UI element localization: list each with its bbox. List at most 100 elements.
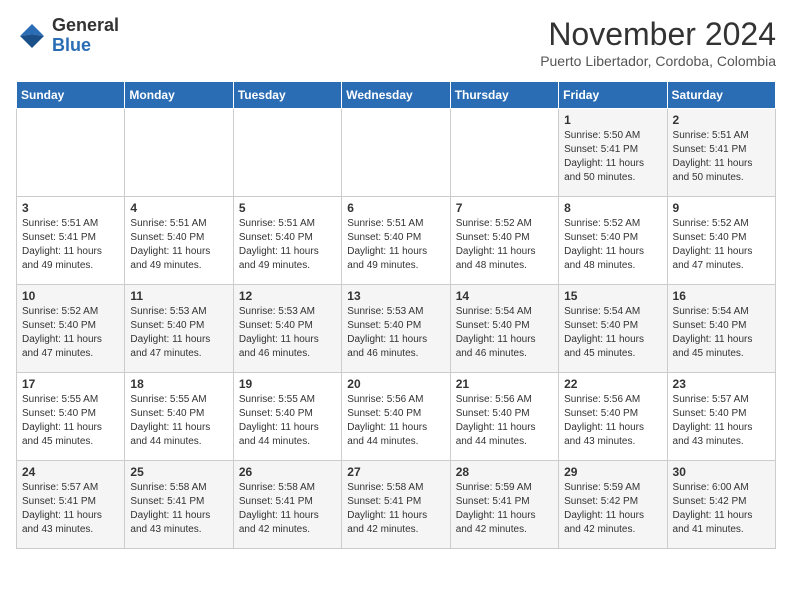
calendar-cell: 16 Sunrise: 5:54 AM Sunset: 5:40 PM Dayli… xyxy=(667,285,775,373)
logo-text: General Blue xyxy=(52,16,119,56)
day-header-wednesday: Wednesday xyxy=(342,82,450,109)
day-number: 11 xyxy=(130,289,227,303)
calendar-cell: 13Sunrise: 5:53 AM Sunset: 5:40 PM Dayli… xyxy=(342,285,450,373)
day-number: 17 xyxy=(22,377,119,391)
calendar-cell: 18 Sunrise: 5:55 AM Sunset: 5:40 PM Dayli… xyxy=(125,373,233,461)
title-block: November 2024 Puerto Libertador, Cordoba… xyxy=(540,16,776,69)
calendar-body: 1Sunrise: 5:50 AM Sunset: 5:41 PM Daylig… xyxy=(17,109,776,549)
calendar-week-3: 10 Sunrise: 5:52 AM Sunset: 5:40 PM Dayli… xyxy=(17,285,776,373)
day-info: Sunrise: 5:52 AM Sunset: 5:40 PM Dayligh… xyxy=(22,305,119,361)
day-info: Sunrise: 5:52 AM Sunset: 5:40 PM Dayligh… xyxy=(564,217,661,273)
calendar-header-row: SundayMondayTuesdayWednesdayThursdayFrid… xyxy=(17,82,776,109)
calendar-cell: 10 Sunrise: 5:52 AM Sunset: 5:40 PM Dayli… xyxy=(17,285,125,373)
day-number: 8 xyxy=(564,201,661,215)
day-number: 21 xyxy=(456,377,553,391)
day-number: 27 xyxy=(347,465,444,479)
day-number: 25 xyxy=(130,465,227,479)
day-info: Sunrise: 5:51 AM Sunset: 5:41 PM Dayligh… xyxy=(22,217,119,273)
calendar-cell xyxy=(17,109,125,197)
calendar-cell xyxy=(342,109,450,197)
day-info: Sunrise: 5:50 AM Sunset: 5:41 PM Dayligh… xyxy=(564,129,661,185)
day-header-friday: Friday xyxy=(559,82,667,109)
day-number: 5 xyxy=(239,201,336,215)
logo: General Blue xyxy=(16,16,119,56)
day-info: Sunrise: 6:00 AM Sunset: 5:42 PM Dayligh… xyxy=(673,481,770,537)
day-info: Sunrise: 5:55 AM Sunset: 5:40 PM Dayligh… xyxy=(130,393,227,449)
calendar-cell: 6 Sunrise: 5:51 AM Sunset: 5:40 PM Daylig… xyxy=(342,197,450,285)
day-info: Sunrise: 5:51 AM Sunset: 5:40 PM Dayligh… xyxy=(130,217,227,273)
day-header-saturday: Saturday xyxy=(667,82,775,109)
logo-icon xyxy=(16,20,48,52)
day-info: Sunrise: 5:56 AM Sunset: 5:40 PM Dayligh… xyxy=(564,393,661,449)
day-number: 23 xyxy=(673,377,770,391)
day-header-sunday: Sunday xyxy=(17,82,125,109)
calendar-cell: 12 Sunrise: 5:53 AM Sunset: 5:40 PM Dayli… xyxy=(233,285,341,373)
calendar-cell: 17 Sunrise: 5:55 AM Sunset: 5:40 PM Dayli… xyxy=(17,373,125,461)
day-number: 15 xyxy=(564,289,661,303)
calendar-week-1: 1Sunrise: 5:50 AM Sunset: 5:41 PM Daylig… xyxy=(17,109,776,197)
calendar-cell: 23 Sunrise: 5:57 AM Sunset: 5:40 PM Dayli… xyxy=(667,373,775,461)
day-info: Sunrise: 5:58 AM Sunset: 5:41 PM Dayligh… xyxy=(130,481,227,537)
calendar-cell: 30 Sunrise: 6:00 AM Sunset: 5:42 PM Dayli… xyxy=(667,461,775,549)
day-info: Sunrise: 5:54 AM Sunset: 5:40 PM Dayligh… xyxy=(456,305,553,361)
day-number: 14 xyxy=(456,289,553,303)
day-info: Sunrise: 5:53 AM Sunset: 5:40 PM Dayligh… xyxy=(239,305,336,361)
day-number: 19 xyxy=(239,377,336,391)
day-number: 16 xyxy=(673,289,770,303)
day-info: Sunrise: 5:56 AM Sunset: 5:40 PM Dayligh… xyxy=(347,393,444,449)
day-info: Sunrise: 5:51 AM Sunset: 5:40 PM Dayligh… xyxy=(347,217,444,273)
day-info: Sunrise: 5:58 AM Sunset: 5:41 PM Dayligh… xyxy=(239,481,336,537)
calendar-cell: 15Sunrise: 5:54 AM Sunset: 5:40 PM Dayli… xyxy=(559,285,667,373)
day-info: Sunrise: 5:54 AM Sunset: 5:40 PM Dayligh… xyxy=(673,305,770,361)
calendar-table: SundayMondayTuesdayWednesdayThursdayFrid… xyxy=(16,81,776,549)
day-info: Sunrise: 5:52 AM Sunset: 5:40 PM Dayligh… xyxy=(456,217,553,273)
day-info: Sunrise: 5:58 AM Sunset: 5:41 PM Dayligh… xyxy=(347,481,444,537)
day-number: 10 xyxy=(22,289,119,303)
month-title: November 2024 xyxy=(540,16,776,53)
calendar-cell: 24 Sunrise: 5:57 AM Sunset: 5:41 PM Dayli… xyxy=(17,461,125,549)
day-number: 12 xyxy=(239,289,336,303)
calendar-week-4: 17 Sunrise: 5:55 AM Sunset: 5:40 PM Dayli… xyxy=(17,373,776,461)
calendar-cell: 25 Sunrise: 5:58 AM Sunset: 5:41 PM Dayli… xyxy=(125,461,233,549)
calendar-cell: 14 Sunrise: 5:54 AM Sunset: 5:40 PM Dayli… xyxy=(450,285,558,373)
day-header-monday: Monday xyxy=(125,82,233,109)
day-number: 2 xyxy=(673,113,770,127)
calendar-cell: 28Sunrise: 5:59 AM Sunset: 5:41 PM Dayli… xyxy=(450,461,558,549)
location-subtitle: Puerto Libertador, Cordoba, Colombia xyxy=(540,53,776,69)
day-info: Sunrise: 5:53 AM Sunset: 5:40 PM Dayligh… xyxy=(130,305,227,361)
day-number: 6 xyxy=(347,201,444,215)
calendar-cell: 2 Sunrise: 5:51 AM Sunset: 5:41 PM Daylig… xyxy=(667,109,775,197)
day-info: Sunrise: 5:55 AM Sunset: 5:40 PM Dayligh… xyxy=(22,393,119,449)
day-header-thursday: Thursday xyxy=(450,82,558,109)
day-info: Sunrise: 5:55 AM Sunset: 5:40 PM Dayligh… xyxy=(239,393,336,449)
calendar-cell: 3 Sunrise: 5:51 AM Sunset: 5:41 PM Daylig… xyxy=(17,197,125,285)
day-number: 7 xyxy=(456,201,553,215)
calendar-cell: 5 Sunrise: 5:51 AM Sunset: 5:40 PM Daylig… xyxy=(233,197,341,285)
calendar-cell: 27 Sunrise: 5:58 AM Sunset: 5:41 PM Dayli… xyxy=(342,461,450,549)
page-header: General Blue November 2024 Puerto Libert… xyxy=(16,16,776,69)
day-number: 18 xyxy=(130,377,227,391)
calendar-cell xyxy=(450,109,558,197)
calendar-cell: 26Sunrise: 5:58 AM Sunset: 5:41 PM Dayli… xyxy=(233,461,341,549)
day-info: Sunrise: 5:59 AM Sunset: 5:42 PM Dayligh… xyxy=(564,481,661,537)
calendar-cell: 19 Sunrise: 5:55 AM Sunset: 5:40 PM Dayli… xyxy=(233,373,341,461)
day-number: 22 xyxy=(564,377,661,391)
day-number: 3 xyxy=(22,201,119,215)
calendar-cell xyxy=(125,109,233,197)
day-info: Sunrise: 5:51 AM Sunset: 5:40 PM Dayligh… xyxy=(239,217,336,273)
calendar-week-5: 24 Sunrise: 5:57 AM Sunset: 5:41 PM Dayli… xyxy=(17,461,776,549)
day-number: 9 xyxy=(673,201,770,215)
calendar-cell: 21 Sunrise: 5:56 AM Sunset: 5:40 PM Dayli… xyxy=(450,373,558,461)
day-number: 4 xyxy=(130,201,227,215)
calendar-cell: 22 Sunrise: 5:56 AM Sunset: 5:40 PM Dayli… xyxy=(559,373,667,461)
calendar-cell: 7 Sunrise: 5:52 AM Sunset: 5:40 PM Daylig… xyxy=(450,197,558,285)
day-info: Sunrise: 5:56 AM Sunset: 5:40 PM Dayligh… xyxy=(456,393,553,449)
day-number: 28 xyxy=(456,465,553,479)
day-info: Sunrise: 5:57 AM Sunset: 5:40 PM Dayligh… xyxy=(673,393,770,449)
calendar-cell: 11 Sunrise: 5:53 AM Sunset: 5:40 PM Dayli… xyxy=(125,285,233,373)
calendar-cell: 20Sunrise: 5:56 AM Sunset: 5:40 PM Dayli… xyxy=(342,373,450,461)
day-number: 30 xyxy=(673,465,770,479)
day-info: Sunrise: 5:57 AM Sunset: 5:41 PM Dayligh… xyxy=(22,481,119,537)
day-number: 24 xyxy=(22,465,119,479)
day-info: Sunrise: 5:51 AM Sunset: 5:41 PM Dayligh… xyxy=(673,129,770,185)
